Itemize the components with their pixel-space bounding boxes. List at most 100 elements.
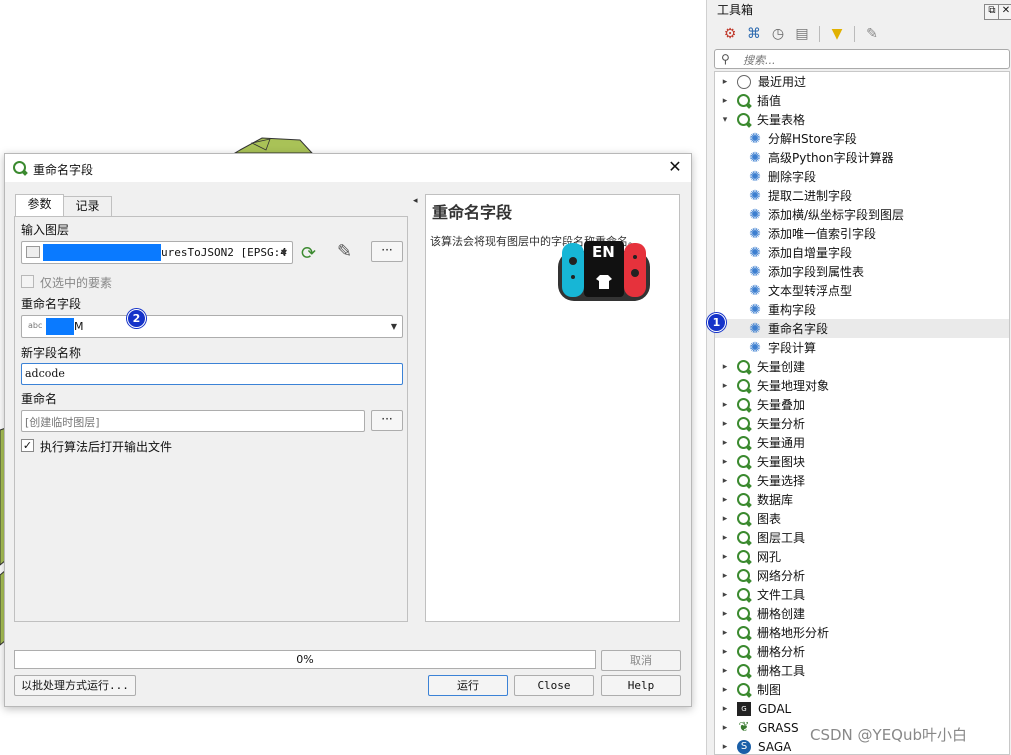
collapsed-arrow-icon[interactable]: ▸: [719, 533, 731, 543]
selected-only-checkbox[interactable]: [21, 275, 34, 288]
tree-item[interactable]: ✺ 重命名字段: [715, 319, 1009, 338]
collapsed-arrow-icon[interactable]: ▸: [719, 723, 731, 733]
collapsed-arrow-icon[interactable]: ▸: [719, 590, 731, 600]
tree-item[interactable]: ▸ 矢量选择: [715, 471, 1009, 490]
tree-item[interactable]: ▸ 栅格创建: [715, 604, 1009, 623]
collapsed-arrow-icon[interactable]: ▸: [719, 419, 731, 429]
tree-item[interactable]: ▸ G GDAL: [715, 699, 1009, 718]
close-button[interactable]: Close: [514, 675, 594, 696]
qgis-provider-icon: [737, 683, 750, 696]
tree-item[interactable]: ✺ 添加自增量字段: [715, 243, 1009, 262]
python-icon[interactable]: ⌘: [745, 25, 763, 43]
open-output-checkbox[interactable]: ✓: [21, 439, 34, 452]
tree-item-label: 网孔: [757, 550, 782, 564]
collapsed-arrow-icon[interactable]: ▸: [719, 647, 731, 657]
history-icon[interactable]: ◷: [769, 25, 787, 43]
input-layer-combo[interactable]: uresToJSON2 [EPSG:4 ▼: [21, 241, 293, 264]
wrench-icon[interactable]: ✎: [337, 241, 352, 262]
tree-item[interactable]: ▸ 文件工具: [715, 585, 1009, 604]
tree-item[interactable]: ▸ 矢量地理对象: [715, 376, 1009, 395]
input-layer-more-button[interactable]: ···: [371, 241, 403, 262]
collapsed-arrow-icon[interactable]: ▸: [719, 495, 731, 505]
collapsed-arrow-icon[interactable]: ▸: [719, 704, 731, 714]
collapsed-arrow-icon[interactable]: ▸: [719, 571, 731, 581]
tree-item[interactable]: ▸ 数据库: [715, 490, 1009, 509]
dialog-close-button[interactable]: ✕: [665, 157, 685, 176]
tree-item[interactable]: ▸ 矢量通用: [715, 433, 1009, 452]
collapsed-arrow-icon[interactable]: ▸: [719, 609, 731, 619]
new-field-name-input[interactable]: adcode: [21, 363, 403, 385]
tree-item-label: 矢量图块: [757, 455, 806, 469]
tree-item-label: 栅格分析: [757, 645, 806, 659]
tree-item[interactable]: ▸ 网孔: [715, 547, 1009, 566]
collapsed-arrow-icon[interactable]: ▸: [719, 628, 731, 638]
tab-log[interactable]: 记录: [63, 196, 112, 217]
collapsed-arrow-icon[interactable]: ▸: [719, 438, 731, 448]
tab-parameters[interactable]: 参数: [15, 194, 64, 217]
tree-item[interactable]: ▸ 矢量创建: [715, 357, 1009, 376]
tree-item-label: 分解HStore字段: [768, 132, 857, 146]
help-button[interactable]: Help: [601, 675, 681, 696]
collapsed-arrow-icon[interactable]: ▸: [719, 400, 731, 410]
results-icon[interactable]: ▤: [793, 25, 811, 43]
algorithm-tree: ▸ 最近用过 ▸ 插值 ▾ 矢量表格 ✺ 分解HStore字段 ✺ 高级Python字段计算器 ✺ 删…: [714, 71, 1010, 755]
cancel-button[interactable]: 取消: [601, 650, 681, 671]
iterate-icon[interactable]: ⟳: [301, 243, 316, 264]
tree-item[interactable]: ▸ 栅格分析: [715, 642, 1009, 661]
tree-item[interactable]: ▸ 插值: [715, 91, 1009, 110]
tree-item[interactable]: ▸ 矢量图块: [715, 452, 1009, 471]
collapsed-arrow-icon[interactable]: ▸: [719, 77, 731, 87]
collapsed-arrow-icon[interactable]: ▸: [719, 381, 731, 391]
output-more-button[interactable]: ···: [371, 410, 403, 431]
gears-icon[interactable]: ⚙: [721, 25, 739, 43]
tree-item[interactable]: ▾ 矢量表格: [715, 110, 1009, 129]
collapsed-arrow-icon[interactable]: ▸: [719, 476, 731, 486]
tree-item[interactable]: ✺ 添加字段到属性表: [715, 262, 1009, 281]
tree-item[interactable]: ✺ 提取二进制字段: [715, 186, 1009, 205]
tree-item[interactable]: ✺ 文本型转浮点型: [715, 281, 1009, 300]
algorithm-gear-icon: ✺: [749, 263, 761, 280]
new-field-name-label: 新字段名称: [21, 346, 82, 360]
tree-item[interactable]: ▸ 栅格地形分析: [715, 623, 1009, 642]
tree-item[interactable]: ▸ 图层工具: [715, 528, 1009, 547]
sticker-label: EN: [592, 243, 615, 261]
tree-item[interactable]: ✺ 高级Python字段计算器: [715, 148, 1009, 167]
tree-item[interactable]: ▸ 最近用过: [715, 72, 1009, 91]
tree-item[interactable]: ✺ 删除字段: [715, 167, 1009, 186]
expanded-arrow-icon[interactable]: ▾: [719, 115, 731, 125]
options-wrench-icon[interactable]: ✎: [863, 25, 881, 43]
toolbox-search-input[interactable]: [741, 51, 1005, 69]
rename-field-dialog: 重命名字段 ✕ 参数 记录 输入图层 uresToJSON2 [EPSG:4 ▼…: [4, 153, 692, 707]
clock-icon: [737, 74, 751, 89]
collapsed-arrow-icon[interactable]: ▸: [719, 96, 731, 106]
tree-item-label: 图表: [757, 512, 782, 526]
tree-item[interactable]: ▸ 网络分析: [715, 566, 1009, 585]
tree-item[interactable]: ✺ 添加唯一值索引字段: [715, 224, 1009, 243]
collapsed-arrow-icon[interactable]: ▸: [719, 552, 731, 562]
collapsed-arrow-icon[interactable]: ▸: [719, 514, 731, 524]
comment-icon[interactable]: ▼: [828, 25, 846, 43]
collapsed-arrow-icon[interactable]: ▸: [719, 742, 731, 752]
tree-item[interactable]: ▸ 图表: [715, 509, 1009, 528]
run-button[interactable]: 运行: [428, 675, 508, 696]
tree-item[interactable]: ▸ 矢量叠加: [715, 395, 1009, 414]
rename-field-combo[interactable]: abc M ▼: [21, 315, 403, 338]
batch-process-button[interactable]: 以批处理方式运行...: [14, 675, 136, 696]
tree-item[interactable]: ▸ 栅格工具: [715, 661, 1009, 680]
tree-item[interactable]: ▸ 矢量分析: [715, 414, 1009, 433]
collapsed-arrow-icon[interactable]: ▸: [719, 666, 731, 676]
input-layer-label: 输入图层: [21, 223, 70, 237]
close-panel-button[interactable]: ✕: [998, 4, 1011, 20]
tree-item[interactable]: ✺ 分解HStore字段: [715, 129, 1009, 148]
collapsed-arrow-icon[interactable]: ▸: [719, 685, 731, 695]
tree-item[interactable]: ▸ 制图: [715, 680, 1009, 699]
toolbox-search[interactable]: ⚲: [714, 49, 1010, 69]
collapse-arrow-icon[interactable]: ◂: [413, 196, 418, 206]
tree-item[interactable]: ✺ 字段计算: [715, 338, 1009, 357]
tree-item[interactable]: ✺ 重构字段: [715, 300, 1009, 319]
search-icon: ⚲: [721, 52, 730, 66]
tree-item[interactable]: ✺ 添加横/纵坐标字段到图层: [715, 205, 1009, 224]
collapsed-arrow-icon[interactable]: ▸: [719, 457, 731, 467]
output-layer-input[interactable]: [创建临时图层]: [21, 410, 365, 432]
collapsed-arrow-icon[interactable]: ▸: [719, 362, 731, 372]
